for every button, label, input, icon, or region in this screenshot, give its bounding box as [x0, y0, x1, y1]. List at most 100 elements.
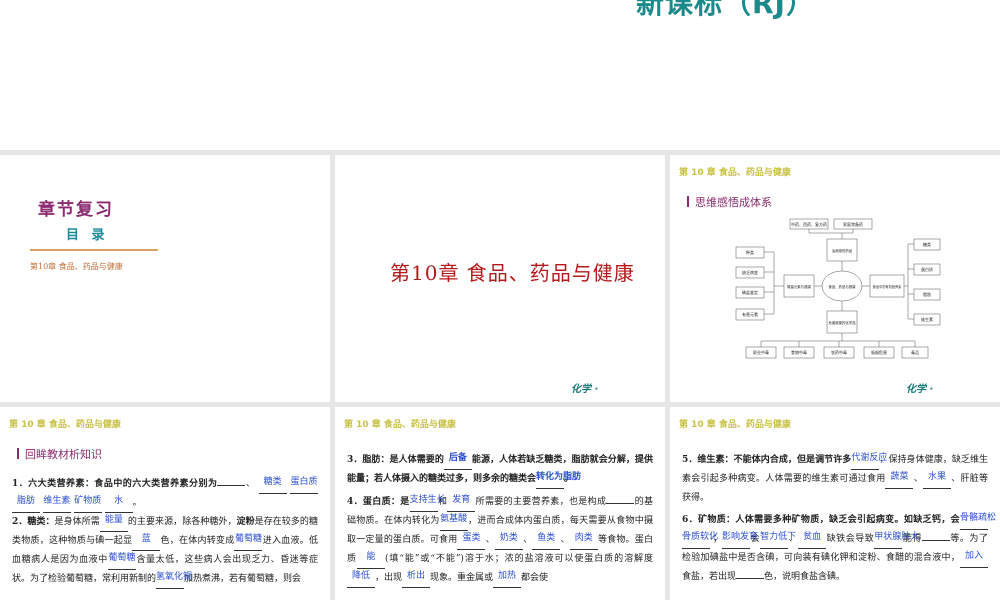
answer-text: 氨基酸	[440, 514, 468, 524]
answer-text: 维生素	[43, 496, 71, 506]
slide-header: 第 10 章 食品、药品与健康	[344, 420, 456, 430]
answer-text: 析出	[407, 571, 426, 581]
answer-text: 糖类	[263, 477, 282, 487]
slide-header: 第 10 章 食品、药品与健康	[679, 168, 791, 178]
answer-blank: 影响发育	[722, 530, 758, 549]
answer-text: 鱼类	[537, 533, 556, 543]
chapter-title: 第10章 食品、药品与健康	[390, 261, 635, 285]
mindmap-label: 缺乏病变	[742, 269, 758, 275]
mindmap-label: 吸烟危害	[871, 349, 887, 355]
answer-text: 蛋白质	[290, 477, 318, 487]
answer-blank: 肉类	[569, 531, 598, 550]
slide-thumbnail-2[interactable]: 第10章 食品、药品与健康 化学 ·	[335, 155, 665, 402]
answer-text: 蛋类	[462, 533, 481, 543]
answer-text: 脂肪	[16, 496, 35, 506]
answer-blank: 鱼类	[532, 531, 561, 550]
mindmap-label: 中药、西药、复方药	[791, 221, 827, 227]
answer-text: 智力低下	[760, 532, 797, 542]
course-title: 新课标（RJ）	[636, 0, 815, 20]
answer-text: 骨质软化	[682, 532, 719, 542]
answer-text: 葡萄糖	[108, 553, 136, 563]
answer-blank: 蔬菜	[885, 470, 914, 489]
answer-blank: 加入	[960, 549, 988, 568]
item-text: (填“能”或“不能”)溶于水；浓的盐溶液可以使蛋白质的溶解度	[384, 554, 653, 564]
answer-text: 矿物质	[74, 496, 102, 506]
answer-blank: 转化为脂肪	[536, 470, 582, 489]
item-text: 4．蛋白质：是	[347, 497, 410, 507]
answer-blank: 加热	[493, 569, 522, 588]
answer-blank: 葡萄糖	[107, 551, 136, 570]
answer-text: 贫血	[803, 532, 822, 542]
answer-text: 加热	[498, 571, 517, 581]
answer-text: 水	[114, 496, 124, 506]
chapter-review-heading: 章节复习	[38, 200, 114, 220]
answer-blank: 析出	[402, 569, 431, 588]
answer-blank: 蓝	[132, 532, 161, 551]
toc-chapter-link[interactable]: 第10章 食品、药品与健康	[30, 261, 123, 272]
answer-text: 葡萄糖	[234, 534, 262, 544]
item-4: 4．蛋白质：是 支持生长 和发育 所需要的主要营养素，也是构成 的基础物质。在体内转…	[347, 493, 653, 588]
slide-thumbnail-6[interactable]: 第 10 章 食品、药品与健康 5．维生素：不能体内合成，但是调节许多 代谢反应 …	[670, 407, 1000, 600]
answer-blank: 氢氧化铜	[156, 570, 193, 589]
item-text: 都会使	[521, 573, 549, 583]
answer-text: 甲状腺肿大	[874, 532, 920, 542]
answer-text: 加入	[964, 551, 983, 561]
answer-blank: 支持生长	[409, 493, 446, 512]
item-text: 食盐，若出现	[682, 572, 737, 582]
mindmap-label: 食品中的有机营养素	[873, 284, 902, 289]
answer-blank: 甲状腺肿大	[874, 530, 920, 549]
item-text: 3．脂肪：是人体需要的	[347, 455, 444, 465]
subject-mark: 化学 ·	[906, 384, 934, 395]
item-text: 6．矿物质：人体需要多种矿物质，缺乏会引起病变。如缺乏钙，会	[682, 515, 960, 525]
item-text: 的主要来源，除各种糖外，	[127, 517, 237, 527]
mindmap-label: 治病用的药品	[832, 248, 853, 253]
item-text: 5．维生素：不能体内合成，但是调节许多	[682, 455, 852, 465]
top-banner: 新课标（RJ）	[0, 0, 1000, 150]
section-title: 思维感悟成体系	[687, 194, 772, 210]
answer-blank: 贫血	[798, 530, 827, 549]
answer-text: 能	[366, 552, 376, 562]
mindmap-diagram: 中药、西药、复方药 家庭常备药 种类 缺乏病变 碘盐鉴定 有害元素 微量元素与健…	[735, 218, 941, 359]
mindmap-label: 碘盐鉴定	[742, 289, 758, 295]
item-text: 缺铁会导致	[826, 534, 875, 544]
answer-text: 转化为脂肪	[536, 472, 582, 482]
item-lead: 2．糖类：	[12, 517, 55, 527]
answer-text: 代谢反应	[851, 453, 888, 463]
subject-mark: 化学 ·	[571, 384, 599, 395]
answer-blank: 蛋白质	[289, 475, 318, 494]
answer-blank: 奶类	[494, 531, 523, 550]
answer-text: 支持生长	[409, 495, 446, 505]
mindmap-label: 家庭常备药	[843, 221, 863, 227]
section-bar	[687, 196, 689, 207]
slide-header: 第 10 章 食品、药品与健康	[679, 420, 791, 430]
slide-thumbnail-3[interactable]: 第 10 章 食品、药品与健康 思维感悟成体系 中药、西药、复方药 家庭常备药 …	[670, 155, 1000, 402]
slide-thumbnail-4[interactable]: 第 10 章 食品、药品与健康 回眸教材析知识 1．六大类营养素：食品中的六大类…	[0, 407, 330, 600]
answer-blank: 水果	[922, 470, 951, 489]
section-title-text: 回眸教材析知识	[25, 448, 102, 461]
item-text: 淀粉	[236, 517, 255, 527]
mindmap-label: 职业中毒	[753, 349, 769, 355]
mindmap-label: 有害元素	[742, 311, 758, 317]
item-text: 现象。重金属或	[430, 573, 494, 583]
answer-blank: 葡萄糖	[234, 532, 263, 551]
item-text: 、	[560, 535, 570, 545]
answer-text: 奶类	[499, 533, 518, 543]
answer-text: 氢氧化铜	[156, 572, 193, 582]
answer-blank: 后备	[443, 451, 472, 470]
answer-text: 肉类	[574, 533, 593, 543]
answer-blank: 糖类	[258, 475, 287, 494]
item-text: 是身体所需	[54, 517, 100, 527]
slide-thumbnail-5[interactable]: 第 10 章 食品、药品与健康 3．脂肪：是人体需要的 后备 能源，人体若缺乏糖类…	[335, 407, 665, 600]
item-text: ，出现	[375, 573, 403, 583]
slide-body: 3．脂肪：是人体需要的 后备 能源，人体若缺乏糖类，脂肪就会分解，提供能量；若人体…	[347, 451, 653, 588]
divider	[30, 249, 158, 251]
item-text: 加热煮沸，若有葡萄糖，则会	[184, 574, 302, 584]
answer-blank: 降低	[347, 569, 375, 588]
answer-blank	[736, 578, 765, 579]
mindmap-label: 食物中毒	[791, 349, 807, 355]
answer-blank: 矿物质	[73, 494, 102, 513]
answer-blank	[217, 485, 246, 486]
answer-blank: 代谢反应	[851, 451, 888, 470]
answer-blank: 能量	[99, 513, 128, 532]
slide-thumbnail-1[interactable]: 章节复习 目 录 第10章 食品、药品与健康	[0, 155, 330, 402]
